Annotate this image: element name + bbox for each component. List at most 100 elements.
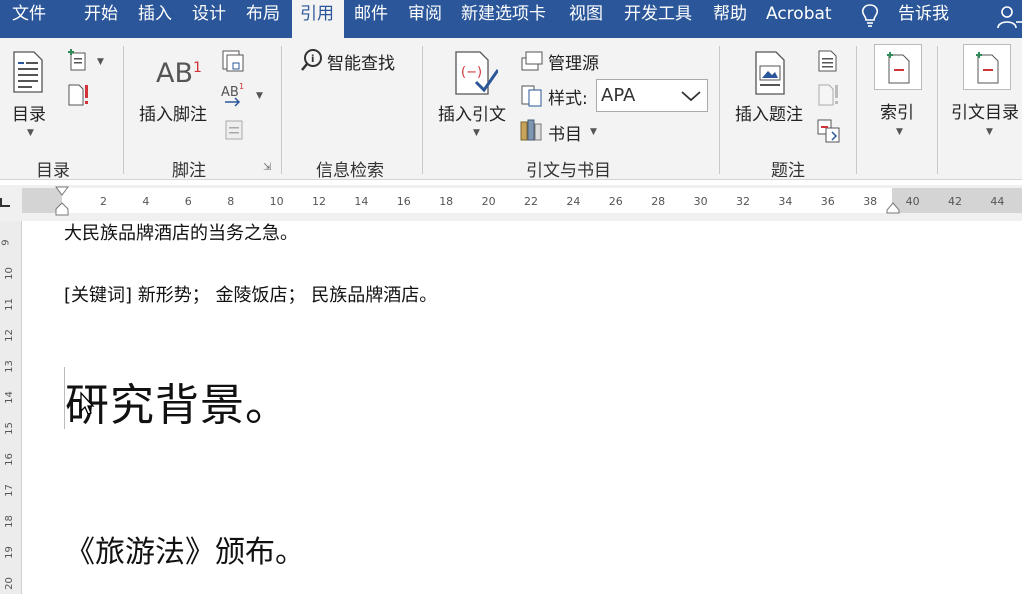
- chevron-down-icon: [681, 91, 701, 102]
- ruler-number: 16: [396, 195, 411, 208]
- ruler-number: 12: [312, 195, 326, 208]
- group-separator: [422, 46, 423, 174]
- tab-view[interactable]: 视图: [569, 0, 603, 31]
- group-separator: [281, 46, 282, 174]
- vertical-ruler-number: 10: [3, 267, 15, 280]
- ruler-number: 18: [439, 195, 454, 208]
- manage-sources-button[interactable]: 管理源: [548, 49, 599, 74]
- vertical-ruler[interactable]: 9 10 11 12 13 14 15 16 17 18 19 20: [0, 221, 22, 594]
- svg-text:1: 1: [239, 82, 244, 91]
- body-text-line[interactable]: 大民族品牌酒店的当务之急。: [64, 219, 298, 245]
- update-table-icon[interactable]: [66, 82, 92, 108]
- tab-acrobat[interactable]: Acrobat: [766, 0, 832, 31]
- authorities-caret[interactable]: ▼: [986, 127, 993, 137]
- ruler-number: 20: [481, 195, 496, 208]
- law-announcement-line[interactable]: 《旅游法》颁布。: [65, 527, 305, 571]
- bibliography-button[interactable]: 书目: [548, 120, 582, 145]
- group-separator: [123, 46, 124, 174]
- ruler-number: 10: [269, 195, 284, 208]
- tell-me-search[interactable]: 告诉我: [898, 0, 949, 31]
- ruler-number: 40: [905, 195, 920, 208]
- vertical-ruler-number: 18: [3, 515, 15, 528]
- tab-references[interactable]: 引用: [292, 0, 344, 38]
- insert-endnote-icon[interactable]: [221, 49, 245, 73]
- indent-marker-icon[interactable]: [55, 186, 69, 216]
- tab-references-label: 引用: [300, 4, 334, 24]
- insert-citation-button[interactable]: 插入引文: [438, 100, 506, 125]
- lightbulb-icon[interactable]: [860, 3, 880, 29]
- cross-reference-icon[interactable]: [816, 118, 842, 144]
- next-footnote-icon[interactable]: AB 1: [221, 82, 249, 108]
- mark-entry-button[interactable]: [874, 44, 922, 90]
- vertical-ruler-number: 19: [3, 546, 15, 559]
- footnote-dialog-launcher[interactable]: ⇲: [263, 162, 271, 173]
- tab-developer[interactable]: 开发工具: [624, 0, 692, 31]
- smart-lookup-icon: i: [301, 49, 322, 71]
- mark-citation-button[interactable]: [963, 44, 1011, 90]
- footnotes-group-label: 脚注: [172, 161, 206, 181]
- style-label: 样式:: [548, 89, 588, 109]
- svg-text:AB: AB: [221, 85, 239, 100]
- update-table-of-figures-icon[interactable]: [816, 82, 842, 108]
- svg-text:i: i: [311, 54, 314, 65]
- ruler-number: 4: [142, 195, 150, 208]
- next-footnote-caret[interactable]: ▼: [256, 91, 263, 101]
- group-separator: [856, 46, 857, 174]
- smart-lookup-button[interactable]: 智能查找: [327, 49, 395, 74]
- heading-research-background[interactable]: 研究背景。: [65, 369, 290, 433]
- index-caret[interactable]: ▼: [896, 127, 903, 137]
- vertical-ruler-number: 17: [3, 484, 15, 497]
- ruler-number: 38: [863, 195, 878, 208]
- research-group-label: 信息检索: [316, 161, 384, 181]
- keywords-line[interactable]: [关键词] 新形势； 金陵饭店； 民族品牌酒店。: [64, 281, 437, 307]
- vertical-ruler-number: 14: [3, 391, 15, 404]
- vertical-ruler-number: 20: [3, 577, 15, 590]
- citations-group-label: 引文与书目: [526, 161, 611, 181]
- tab-file[interactable]: 文件: [12, 0, 46, 31]
- document-page[interactable]: 大民族品牌酒店的当务之急。 [关键词] 新形势； 金陵饭店； 民族品牌酒店。 研…: [23, 221, 1022, 594]
- tab-review[interactable]: 审阅: [408, 0, 442, 31]
- vertical-ruler-number: 13: [3, 360, 15, 373]
- mark-index-entry-icon: [887, 52, 910, 84]
- share-person-icon[interactable]: [996, 4, 1022, 30]
- tab-new-tab[interactable]: 新建选项卡: [461, 0, 546, 31]
- svg-text:(−): (−): [461, 65, 482, 80]
- ruler-number: 14: [354, 195, 369, 208]
- vertical-ruler-number: 9: [0, 239, 12, 246]
- ruler-number: 6: [184, 195, 192, 208]
- toc-dropdown-caret[interactable]: ▼: [27, 128, 34, 138]
- ruler-number: 36: [820, 195, 835, 208]
- ruler-number: 24: [566, 195, 581, 208]
- toc-label: 目录: [12, 105, 46, 125]
- horizontal-ruler[interactable]: 2 4 6 8 10 12 14 16 18 20 22 24 26 28 30 32 34 36 38 40 42 44: [22, 186, 1022, 216]
- ruler-number: 26: [608, 195, 623, 208]
- tab-design[interactable]: 设计: [192, 0, 226, 31]
- ruler-number: 44: [990, 195, 1005, 208]
- insert-citation-caret[interactable]: ▼: [473, 128, 480, 138]
- tab-mailings[interactable]: 邮件: [354, 0, 388, 31]
- show-notes-icon[interactable]: [223, 118, 245, 142]
- mark-entry-label: 索引: [880, 103, 914, 123]
- add-text-caret[interactable]: ▼: [97, 57, 104, 67]
- vertical-ruler-number: 16: [3, 453, 15, 466]
- ruler-number: 8: [227, 195, 235, 208]
- insert-citation-icon: (−): [455, 51, 498, 95]
- tab-insert[interactable]: 插入: [138, 0, 172, 31]
- ruler-number: 30: [693, 195, 708, 208]
- style-icon: [521, 85, 542, 107]
- tab-home[interactable]: 开始: [84, 0, 118, 31]
- right-indent-marker-icon[interactable]: [886, 202, 900, 214]
- tab-layout[interactable]: 布局: [246, 0, 280, 31]
- footnote-ab-icon[interactable]: AB1: [156, 58, 202, 89]
- tab-help[interactable]: 帮助: [713, 0, 747, 31]
- bibliography-caret[interactable]: ▼: [590, 127, 597, 137]
- insert-caption-button[interactable]: 插入题注: [735, 100, 803, 125]
- vertical-ruler-number: 11: [3, 298, 15, 311]
- ruler-number: 34: [778, 195, 793, 208]
- citation-style-select[interactable]: APA: [596, 79, 708, 112]
- insert-table-of-figures-icon[interactable]: [816, 49, 840, 73]
- add-text-icon[interactable]: [66, 48, 90, 72]
- tab-selector-icon[interactable]: [0, 194, 14, 210]
- insert-footnote-button[interactable]: 插入脚注: [139, 100, 207, 125]
- ruler-number: 2: [100, 195, 107, 208]
